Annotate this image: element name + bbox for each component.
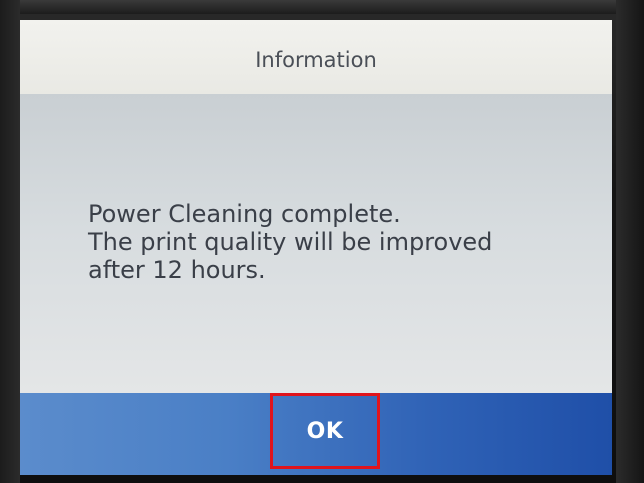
dialog-header: Information	[20, 20, 612, 94]
device-bezel-right	[616, 0, 644, 483]
device-bezel-top	[0, 0, 644, 14]
dialog-title: Information	[255, 48, 377, 72]
ok-button[interactable]: OK	[270, 393, 380, 469]
message-line: after 12 hours.	[88, 256, 266, 284]
printer-device: Information Power Cleaning complete. The…	[0, 0, 644, 483]
device-bezel-left	[0, 0, 20, 483]
message-line: Power Cleaning complete.	[88, 200, 401, 228]
dialog-message: Power Cleaning complete. The print quali…	[88, 200, 588, 284]
ok-button-label: OK	[306, 418, 344, 444]
message-line: The print quality will be improved	[88, 228, 493, 256]
